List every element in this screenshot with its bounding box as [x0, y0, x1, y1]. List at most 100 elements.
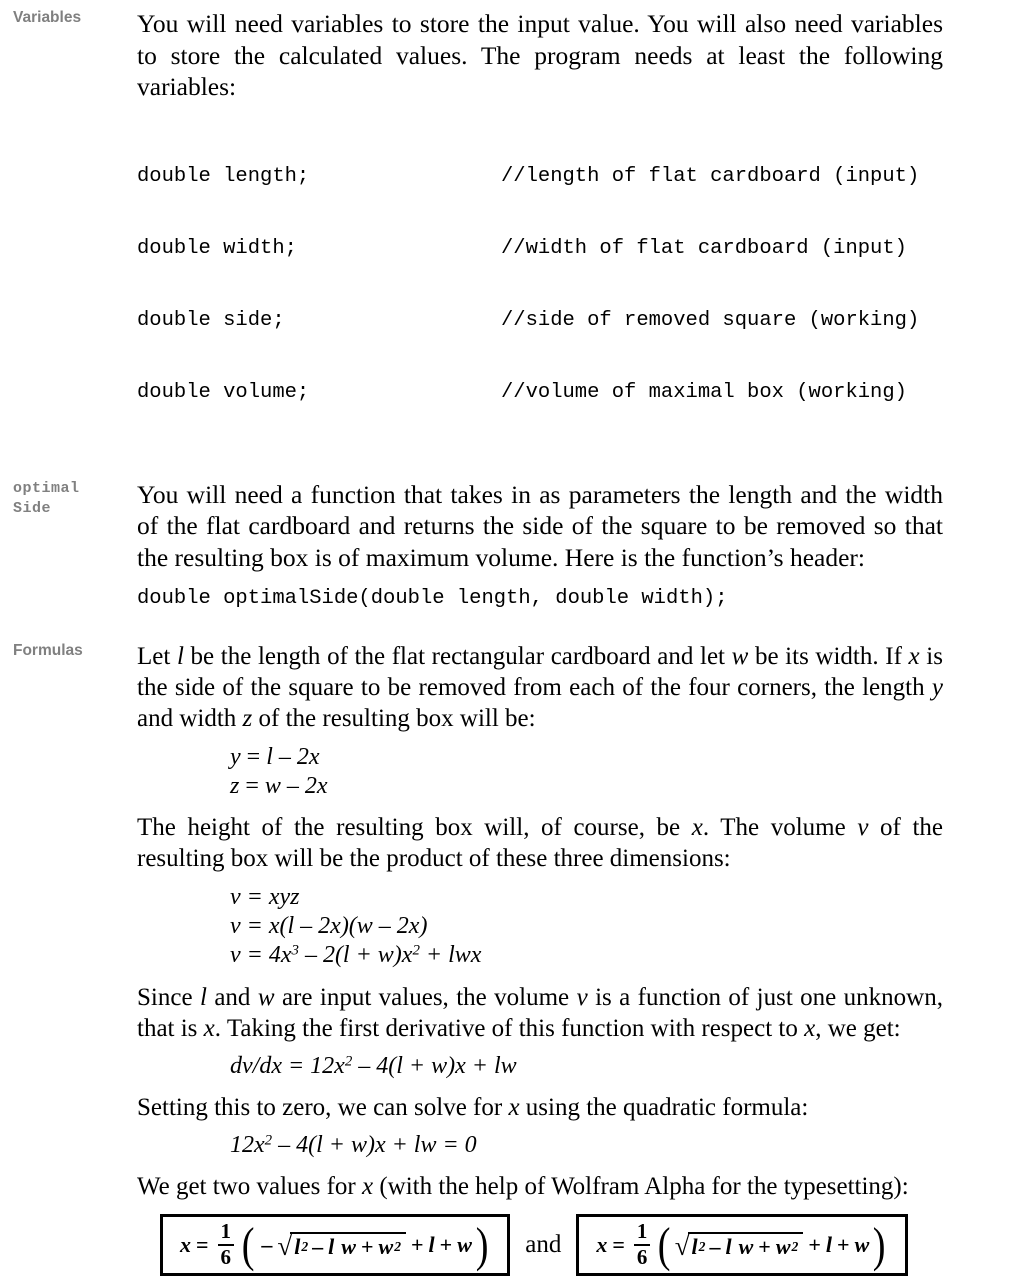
rhs-term-2: 2x	[304, 773, 328, 799]
code-declaration: double side;	[137, 308, 285, 332]
section-optimal-side-content: You will need a function that takes in a…	[137, 479, 1024, 612]
lhs: y	[230, 744, 241, 770]
close-paren: )	[873, 1217, 886, 1273]
expr-part: + lwx	[419, 942, 482, 968]
math-var-x: x	[691, 814, 703, 841]
exponent-2: 2	[264, 1132, 273, 1149]
expr-part: 12x	[230, 1132, 265, 1158]
text-fragment: and width	[137, 705, 243, 732]
tail-operator-plus-2: +	[439, 1232, 453, 1257]
equation-volume-1: v = xyz	[230, 884, 300, 910]
code-comment: //length of flat cardboard (input)	[501, 164, 920, 188]
text-fragment: Setting this to zero, we can solve for	[137, 1094, 509, 1121]
formula-negative-root: x = 1 6 ( – √ l2 – lw + w2 + l + w)	[179, 1217, 491, 1273]
radical-sign: √	[277, 1230, 293, 1261]
code-comment: //side of removed square (working)	[501, 308, 920, 332]
lhs: z	[230, 773, 240, 799]
radicand-w: w	[738, 1234, 754, 1259]
equation-line-y: y = l – 2x	[230, 743, 943, 772]
document-page: Variables You will need variables to sto…	[0, 0, 1024, 1276]
math-var-l: l	[199, 984, 207, 1011]
margin-label-formulas: Formulas	[13, 642, 83, 659]
math-var-x: x	[804, 1015, 816, 1042]
formula-lhs-x: x	[180, 1232, 191, 1257]
section-optimal-side: optimal Side You will need a function th…	[0, 479, 1024, 612]
text-fragment: be the length of the flat rectangular ca…	[183, 643, 732, 670]
open-paren: (	[241, 1217, 255, 1273]
expr-part: – 2(l + w)x	[298, 942, 413, 968]
text-fragment: Since	[137, 984, 200, 1011]
rhs-term-1: w	[264, 773, 281, 799]
tail-l: l	[825, 1232, 833, 1257]
text-fragment: of the resulting box will be:	[252, 705, 536, 732]
operator: –	[280, 773, 305, 799]
text-fragment: The height of the resulting box will, of…	[137, 814, 692, 841]
section-formulas: Formulas Let l be the length of the flat…	[0, 641, 1024, 1202]
expr-part: dv/dx = 12x	[230, 1053, 345, 1079]
tail-operator-plus-2: +	[837, 1232, 850, 1257]
tail-operator-plus-1: +	[808, 1232, 821, 1257]
text-fragment: and	[206, 984, 258, 1011]
radicand-l: l	[294, 1234, 301, 1259]
formula-lhs-x: x	[596, 1232, 608, 1257]
radicand: l2 – lw + w2	[687, 1231, 804, 1259]
variables-paragraph: You will need variables to store the inp…	[137, 9, 943, 101]
rhs-term-2: 2x	[296, 744, 320, 770]
text-fragment: be its width. If	[748, 643, 909, 670]
radicand-w2: w	[378, 1234, 394, 1259]
math-var-v: v	[576, 984, 588, 1011]
radicand-operator-minus: –	[709, 1234, 721, 1259]
radicand-operator-plus: +	[758, 1234, 771, 1259]
code-line: double side; //side of removed square (w…	[137, 309, 943, 333]
relation: =	[240, 744, 267, 770]
expr-part: v = 4x	[230, 942, 292, 968]
square-root: √ l2 – lw + w2	[674, 1230, 804, 1261]
radical-sign: √	[674, 1230, 690, 1261]
radicand-w: w	[341, 1234, 356, 1259]
math-var-z: z	[242, 705, 253, 732]
code-line: double length; //length of flat cardboar…	[137, 165, 943, 189]
math-var-w: w	[257, 984, 275, 1011]
tail-w: w	[457, 1232, 472, 1257]
equation-dimensions: y = l – 2x z = w – 2x	[137, 743, 943, 801]
radicand-l2: l	[328, 1234, 335, 1259]
text-fragment: using the quadratic formula:	[519, 1094, 809, 1121]
math-var-l: l	[176, 643, 184, 670]
code-declaration: double width;	[137, 236, 297, 260]
radicand-w2: w	[775, 1234, 791, 1259]
equals-sign: =	[612, 1232, 625, 1257]
text-fragment: are input values, the volume	[274, 984, 577, 1011]
math-var-x: x	[508, 1094, 520, 1121]
open-paren: (	[658, 1217, 671, 1273]
text-fragment: We get two values for	[137, 1173, 362, 1200]
math-var-y: y	[931, 674, 943, 701]
conjunction-and: and	[525, 1231, 562, 1258]
margin-label-line-1: optimal	[13, 479, 80, 497]
derivative-paragraph: Since l and w are input values, the volu…	[137, 982, 943, 1044]
height-paragraph: The height of the resulting box will, of…	[137, 812, 943, 874]
section-variables-content: You will need variables to store the inp…	[137, 8, 1024, 453]
square-root: √ l2 – lw + w2	[277, 1230, 406, 1261]
equals-sign: =	[196, 1232, 209, 1257]
close-paren: )	[475, 1217, 489, 1273]
quadratic-paragraph: Setting this to zero, we can solve for x…	[137, 1092, 943, 1123]
rhs-term-1: l	[266, 744, 273, 770]
optimal-side-signature: double optimalSide(double length, double…	[137, 587, 728, 610]
fraction-denominator: 6	[220, 1245, 232, 1269]
fraction-bar	[633, 1244, 651, 1246]
fraction-one-sixth: 1 6	[217, 1220, 235, 1269]
radicand: l2 – lw + w2	[290, 1231, 406, 1259]
margin-label-line-2: Side	[13, 499, 52, 517]
margin-label-variables: Variables	[13, 9, 82, 26]
formula-box-negative-root: x = 1 6 ( – √ l2 – lw + w2 + l + w)	[160, 1214, 511, 1276]
tail-operator-plus-1: +	[411, 1232, 424, 1257]
top-spacer	[0, 0, 1024, 8]
math-var-x: x	[362, 1173, 374, 1200]
